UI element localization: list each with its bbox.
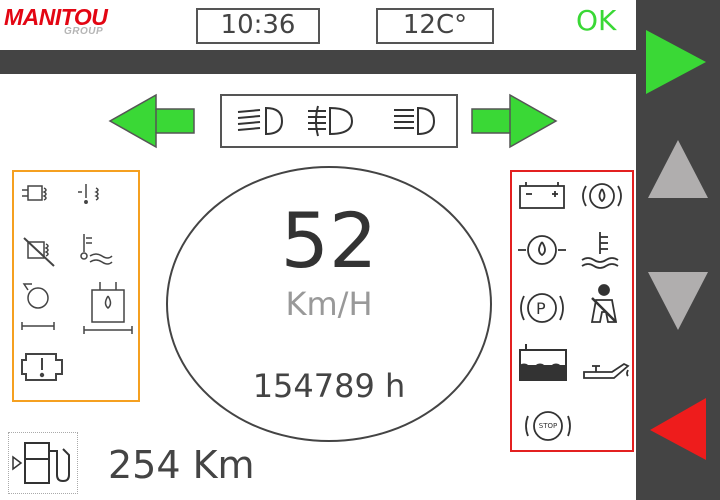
nav-buttons-svg [646,30,708,460]
time-display: 10:36 [196,8,320,44]
fuel-range: 254 Km [108,443,255,487]
preheat-icon [22,185,47,201]
diesel-filter-off-icon [23,237,55,267]
fuel-pump-icon [8,432,78,494]
manitou-logo: MANITOU GROUP [4,4,126,40]
right-turn-arrow-icon [471,93,558,149]
high-beam-headlight-icon [394,106,436,136]
oil-can-icon [583,362,630,379]
right-indicators-svg: P [518,182,630,441]
coolant-temperature-icon [581,232,619,269]
battery-icon [519,182,565,209]
temperature-gauge-icon [80,234,113,265]
engine-fault-icon [21,353,63,381]
indicator-panel-left [12,170,140,402]
engine-oil-pressure-icon [518,235,566,265]
speed-value: 52 [280,196,378,285]
play-right-icon[interactable] [646,30,706,94]
coolant-level-icon [519,344,567,381]
hydraulic-oil-icon [83,282,133,334]
temperature-display: 12C° [376,8,494,44]
transmission-icon [21,283,55,330]
left-turn-arrow-icon [108,93,195,149]
status-ok: OK [576,4,617,37]
left-indicators-svg [21,184,133,381]
low-beam-headlight-icon [237,106,284,136]
navigation-panel [636,0,720,500]
svg-text:P: P [536,299,546,318]
parking-brake-icon: P [520,293,564,323]
lights-icons [237,105,436,137]
scroll-up-icon[interactable] [648,140,708,198]
engine-hours: 154789 h [252,367,406,405]
scroll-down-icon[interactable] [648,272,708,330]
brake-fluid-icon [582,183,622,209]
logo-subtext: GROUP [64,26,104,37]
engine-warning-icon [78,184,99,204]
indicator-panel-right: P STOP [510,170,634,452]
fog-light-icon [308,105,354,137]
lights-panel [220,94,458,148]
stop-label: STOP [538,422,558,430]
speed-unit: Km/H [285,285,373,323]
back-left-icon[interactable] [650,398,706,460]
top-status-bar [0,50,636,74]
seatbelt-icon [590,284,618,323]
